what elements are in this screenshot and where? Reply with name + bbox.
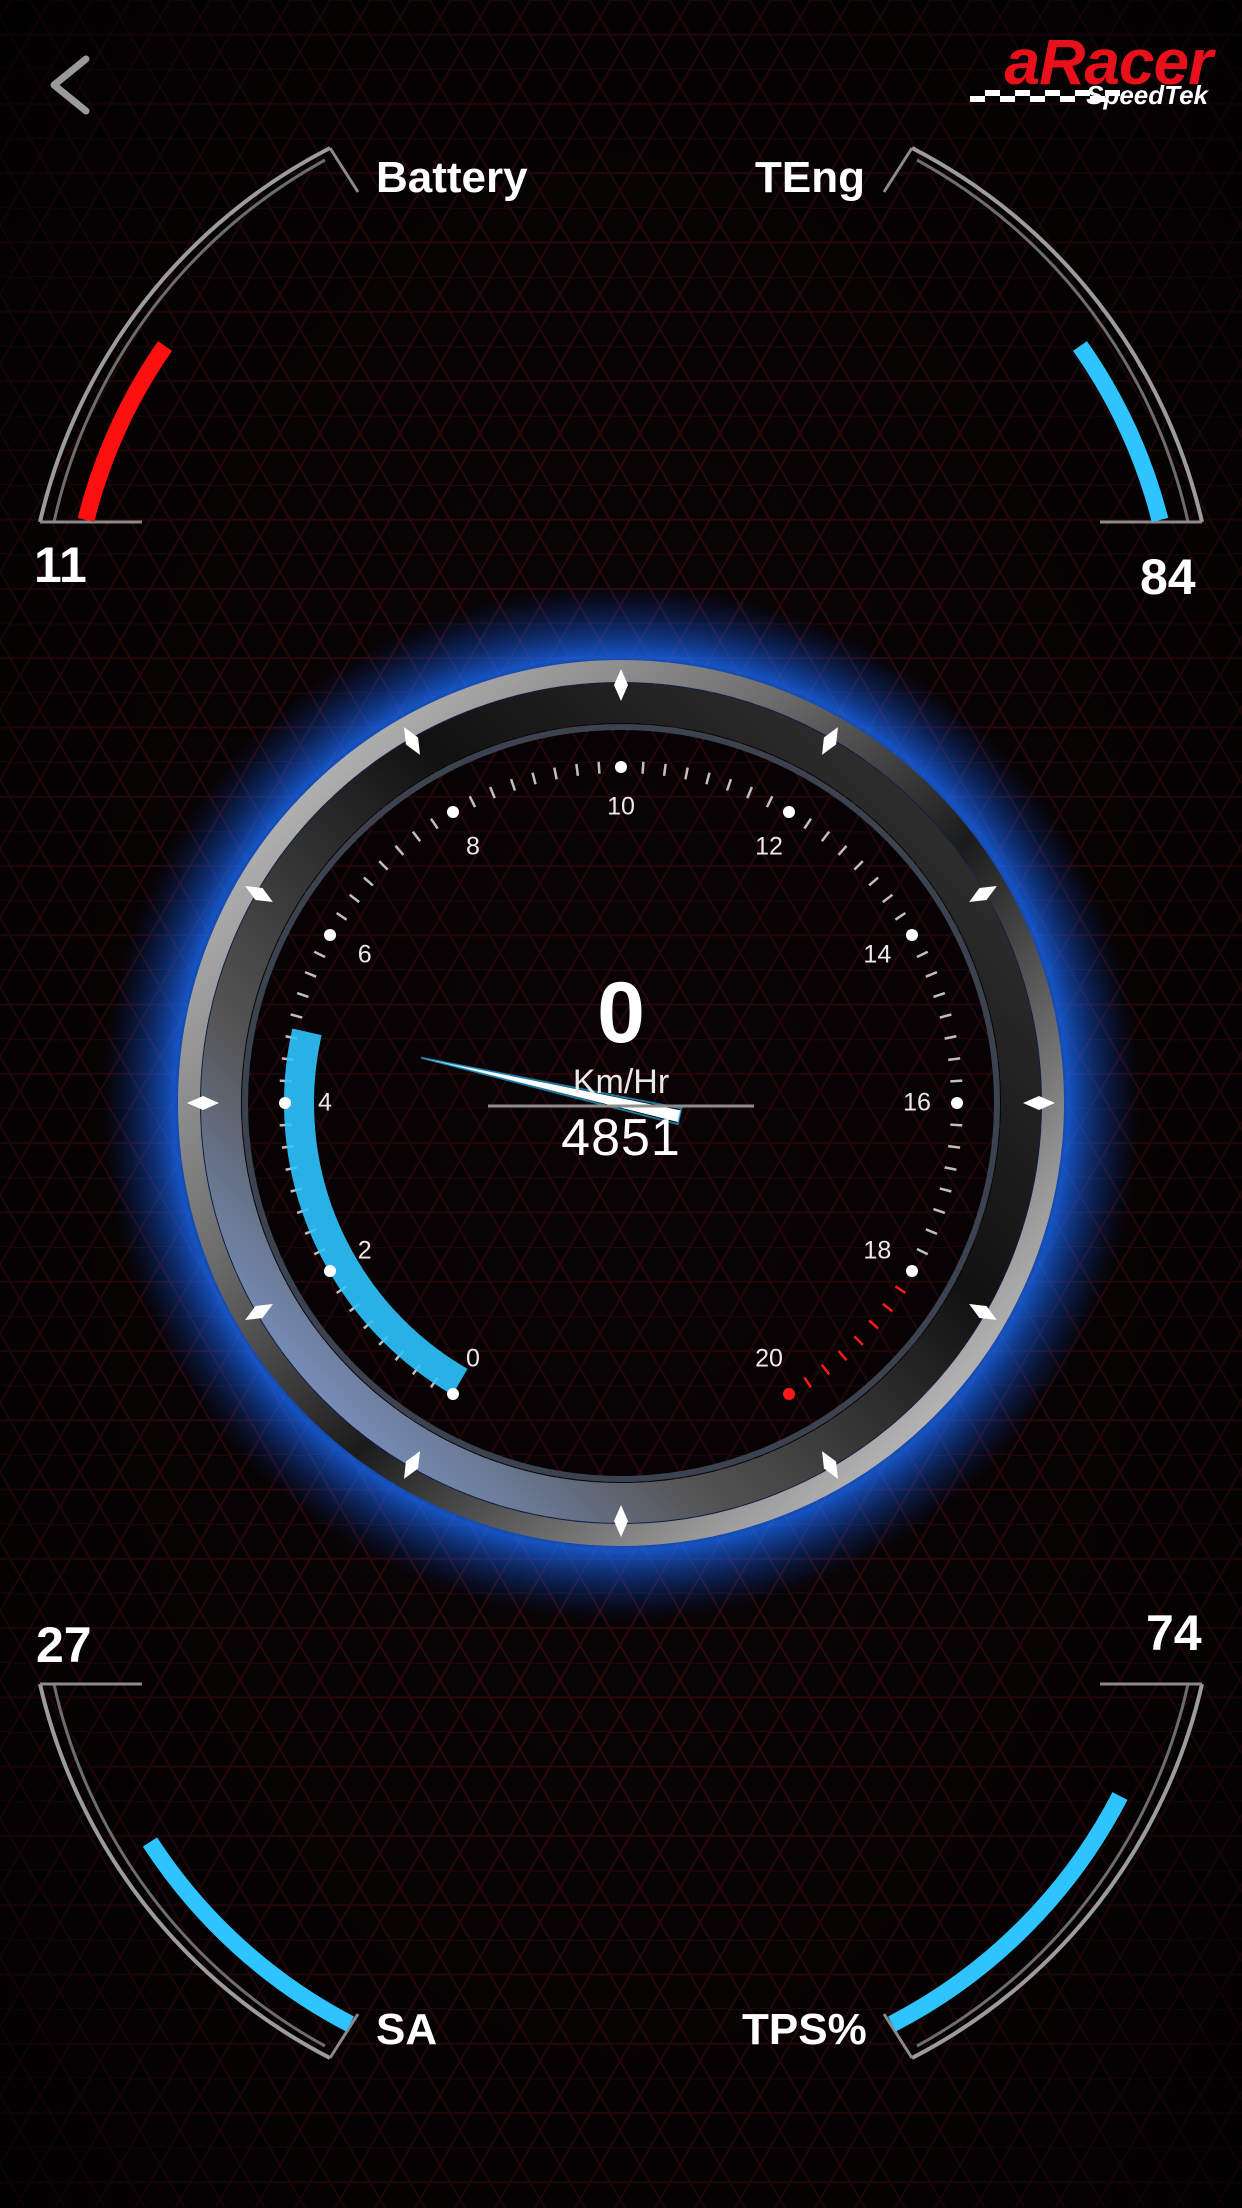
speed-unit: Km/Hr [572,1063,670,1101]
scale-label: 0 [466,1344,480,1373]
scale-label: 6 [357,940,372,969]
scale-dot [324,929,337,941]
minor-tick [662,763,667,776]
minor-tick [948,1144,961,1149]
scale-dot [905,1265,918,1277]
scale-label: 4 [318,1088,332,1117]
scale-dot [905,929,918,941]
scale-label: 10 [607,792,635,821]
scale-label: 20 [755,1344,783,1373]
scale-dot [615,761,627,773]
scale-label: 2 [357,1236,372,1265]
minor-tick [950,1079,963,1083]
scale-dot [447,806,459,819]
scale-dot [324,1265,337,1277]
minor-tick [950,1123,963,1127]
scale-dot [279,1097,291,1109]
tachometer [178,660,1064,1546]
minor-tick [575,763,580,776]
scale-label: 14 [863,940,892,969]
scale-dot [447,1387,459,1400]
scale-dot [783,806,795,819]
minor-tick [641,761,645,774]
scale-label: 12 [755,832,783,861]
minor-tick [597,761,601,774]
scale-label: 18 [863,1236,892,1265]
scale-label: 16 [903,1088,931,1117]
minor-tick [948,1057,961,1062]
scale-dot [783,1387,795,1400]
scale-label: 8 [466,832,480,861]
rpm-value: 4851 [561,1109,681,1167]
scale-dot [951,1097,963,1109]
speed-value: 0 [597,965,645,1061]
